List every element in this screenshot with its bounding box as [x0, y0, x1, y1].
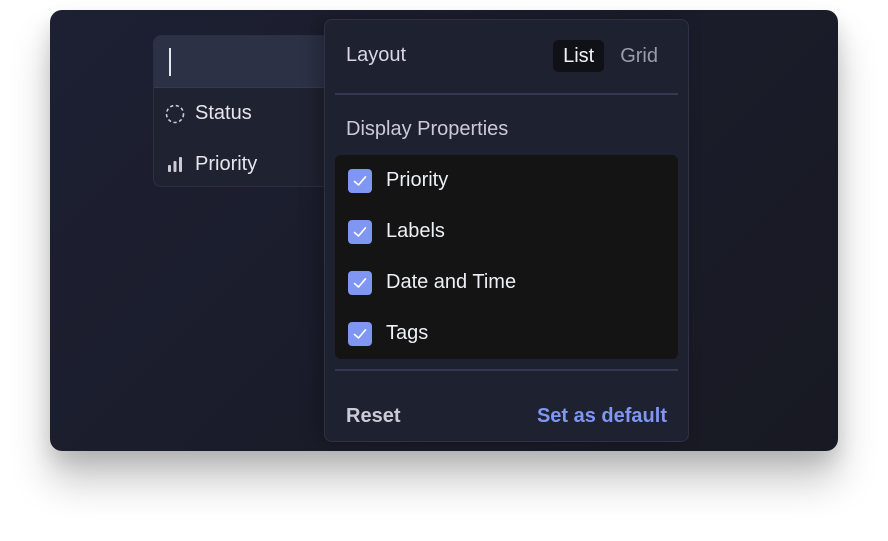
- divider: [335, 369, 678, 371]
- layout-row: Layout List Grid: [325, 20, 688, 94]
- checkbox-checked-icon[interactable]: [348, 168, 372, 193]
- text-caret: [169, 48, 171, 76]
- popover-footer: Reset Set as default: [325, 380, 688, 442]
- property-priority[interactable]: Priority: [335, 155, 678, 206]
- property-label: Date and Time: [386, 271, 517, 293]
- dashed-circle-icon: [164, 103, 186, 125]
- command-item-priority[interactable]: Priority: [154, 139, 342, 186]
- command-menu: Status Priority: [153, 35, 343, 187]
- checkbox-checked-icon[interactable]: [348, 270, 372, 295]
- property-label: Priority: [386, 169, 449, 191]
- app-window: Status Priority Layout List Grid Display…: [50, 10, 838, 451]
- command-search-input[interactable]: [154, 36, 342, 88]
- checkbox-checked-icon[interactable]: [348, 321, 372, 346]
- layout-toggle: List Grid: [553, 40, 668, 72]
- property-labels[interactable]: Labels: [335, 206, 678, 257]
- reset-button[interactable]: Reset: [346, 405, 400, 428]
- checkbox-checked-icon[interactable]: [348, 219, 372, 244]
- signal-bars-icon: [164, 154, 186, 176]
- property-label: Labels: [386, 220, 445, 242]
- display-properties-title: Display Properties: [346, 118, 509, 140]
- property-label: Tags: [386, 322, 429, 344]
- display-properties-list: Priority Labels Date and Time Tags: [335, 155, 678, 359]
- set-as-default-button[interactable]: Set as default: [537, 405, 667, 428]
- display-options-popover: Layout List Grid Display Properties Prio…: [324, 19, 689, 442]
- divider: [335, 93, 678, 95]
- command-item-label: Priority: [195, 153, 258, 175]
- property-date-and-time[interactable]: Date and Time: [335, 257, 678, 308]
- command-item-status[interactable]: Status: [154, 88, 342, 139]
- layout-label: Layout: [346, 44, 407, 66]
- layout-option-grid[interactable]: Grid: [610, 40, 668, 72]
- layout-option-list[interactable]: List: [553, 40, 605, 72]
- command-item-label: Status: [195, 102, 252, 124]
- property-tags[interactable]: Tags: [335, 308, 678, 359]
